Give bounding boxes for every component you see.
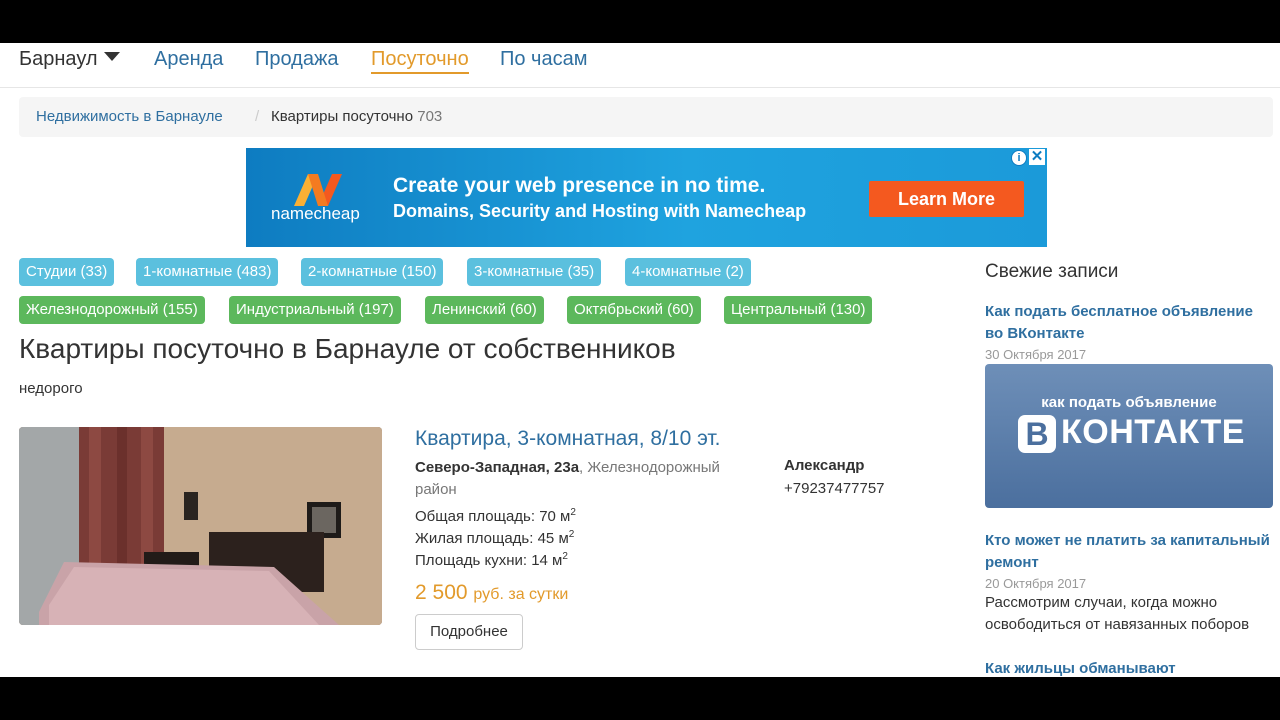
post-title-link[interactable]: Как жильцы обманывают	[985, 658, 1270, 677]
page-title: Квартиры посуточно в Барнауле от собстве…	[19, 333, 676, 364]
breadcrumb-count: 703	[417, 108, 443, 125]
tag-studios[interactable]: Студии (33)	[19, 258, 115, 286]
spec-living-area-sup: 2	[568, 529, 575, 540]
breadcrumb-current: Квартиры посуточно 703	[271, 97, 442, 137]
spec-total-area: Общая площадь: 70 м2	[415, 507, 576, 525]
post-title-link[interactable]: Кто может не платить за капитальный ремо…	[985, 530, 1270, 574]
post-date: 30 Октября 2017	[985, 347, 1087, 362]
spec-total-area-sup: 2	[570, 507, 576, 518]
caret-down-icon	[103, 52, 120, 61]
vk-wordmark: КОНТАКТЕ	[1061, 413, 1245, 451]
ad-brand: namecheap	[271, 204, 360, 223]
spec-kitchen-area: Площадь кухни: 14 м2	[415, 551, 568, 569]
listing-street: Северо-Западная, 23а	[415, 459, 580, 476]
details-button[interactable]: Подробнее	[415, 614, 523, 650]
ad-close-icon[interactable]: ✕	[1029, 149, 1045, 165]
tag-district-oktyabrsky[interactable]: Октябрьский (60)	[567, 296, 701, 324]
tag-district-centralny[interactable]: Центральный (130)	[724, 296, 873, 324]
spec-total-area-label: Общая площадь: 70 м	[415, 508, 571, 525]
listing-address: Северо-Западная, 23а, Железнодорожный ра…	[415, 457, 745, 501]
nav-sale[interactable]: Продажа	[255, 46, 338, 72]
top-navigation: Барнаул Аренда Продажа Посуточно По часа…	[0, 43, 1280, 88]
owner-phone[interactable]: +79237477757	[784, 480, 885, 497]
nav-daily[interactable]: Посуточно	[371, 46, 469, 74]
city-label: Барнаул	[19, 48, 98, 70]
tag-3-room[interactable]: 3-комнатные (35)	[467, 258, 602, 286]
owner-name: Александр	[784, 457, 865, 474]
page: Барнаул Аренда Продажа Посуточно По часа…	[0, 43, 1280, 677]
breadcrumb-home-link[interactable]: Недвижимость в Барнауле	[36, 97, 223, 137]
sidebar-heading: Свежие записи	[985, 261, 1119, 282]
ad-subline: Domains, Security and Hosting with Namec…	[393, 201, 807, 221]
breadcrumb: Недвижимость в Барнауле / Квартиры посут…	[19, 97, 1273, 137]
city-selector[interactable]: Барнаул	[19, 46, 120, 72]
vk-caption: как подать объявление	[1041, 394, 1217, 411]
nav-rent[interactable]: Аренда	[154, 46, 223, 72]
listing-price: 2 500 руб. за сутки	[415, 581, 568, 605]
post-excerpt: Рассмотрим случаи, когда можно освободит…	[985, 594, 1250, 633]
tag-district-industrialny[interactable]: Индустриальный (197)	[229, 296, 401, 324]
listing-price-unit: руб. за сутки	[473, 586, 569, 603]
ad-learn-more-button[interactable]: Learn More	[869, 181, 1024, 217]
post-date: 20 Октября 2017	[985, 576, 1087, 591]
tag-district-leninsky[interactable]: Ленинский (60)	[425, 296, 544, 324]
listing-photo[interactable]	[19, 427, 382, 625]
ad-headline: Create your web presence in no time.	[393, 174, 766, 197]
spec-living-area: Жилая площадь: 45 м2	[415, 529, 574, 547]
breadcrumb-separator: /	[255, 108, 260, 125]
bedroom-photo-image	[19, 427, 382, 625]
listing-price-value: 2 500	[415, 581, 468, 604]
nav-hourly[interactable]: По часам	[500, 46, 587, 72]
page-subtitle: недорого	[19, 380, 83, 397]
spec-living-area-label: Жилая площадь: 45 м	[415, 530, 569, 547]
ad-info-icon[interactable]: i	[1011, 150, 1027, 166]
listing-title-link[interactable]: Квартира, 3-комнатная, 8/10 эт.	[415, 427, 720, 451]
tag-2-room[interactable]: 2-комнатные (150)	[301, 258, 444, 286]
vk-logo-icon: В	[1018, 415, 1056, 453]
spec-kitchen-area-label: Площадь кухни: 14 м	[415, 552, 563, 569]
vk-post-image[interactable]: как подать объявление В КОНТАКТЕ	[985, 364, 1273, 508]
ad-banner[interactable]: namecheap Create your web presence in no…	[246, 148, 1047, 247]
post-title-link[interactable]: Как подать бесплатное объявление во ВКон…	[985, 301, 1270, 345]
tag-1-room[interactable]: 1-комнатные (483)	[136, 258, 279, 286]
tag-district-zheleznodorozhny[interactable]: Железнодорожный (155)	[19, 296, 205, 324]
tag-4-room[interactable]: 4-комнатные (2)	[625, 258, 751, 286]
breadcrumb-current-label: Квартиры посуточно	[271, 108, 414, 125]
spec-kitchen-area-sup: 2	[562, 551, 568, 562]
